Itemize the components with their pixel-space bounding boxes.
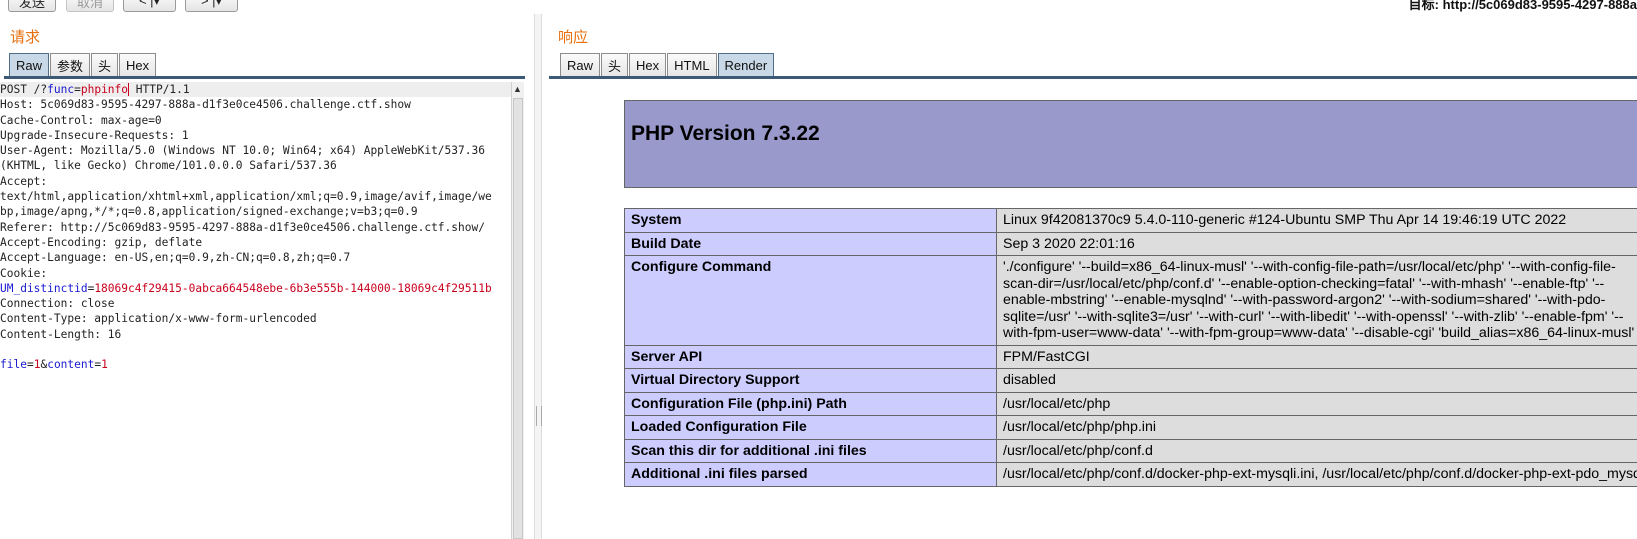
php-header: PHP Version 7.3.22 — [624, 100, 1637, 188]
forward-button[interactable]: > |▾ — [185, 0, 238, 12]
request-line: Accept: — [0, 174, 48, 188]
request-tab-underline — [4, 76, 525, 79]
response-tab-2[interactable]: Hex — [629, 53, 667, 76]
request-tab-0[interactable]: Raw — [9, 53, 50, 76]
request-line: User-Agent: Mozilla/5.0 (Windows NT 10.0… — [0, 144, 485, 158]
cancel-button[interactable]: 取消 — [66, 0, 114, 12]
scroll-thumb[interactable] — [513, 98, 523, 539]
phpinfo-row: Loaded Configuration File/usr/local/etc/… — [624, 415, 1637, 440]
request-editor[interactable]: POST /?func=phpinfo HTTP/1.1 Host: 5c069d… — [0, 82, 511, 539]
request-line: Accept-Language: en-US,en;q=0.9,zh-CN;q=… — [0, 251, 351, 265]
phpinfo-row: Configuration File (php.ini) Path/usr/lo… — [624, 391, 1637, 416]
request-line: Cache-Control: max-age=0 — [0, 113, 162, 127]
phpinfo-key: Build Date — [624, 231, 997, 256]
request-line: POST /?func=phpinfo HTTP/1.1 — [0, 82, 511, 98]
phpinfo-row: Build Date Sep 3 2020 22:01:16 — [624, 231, 1637, 256]
response-tab-1[interactable]: 头 — [601, 53, 629, 76]
request-line: Content-Length: 16 — [0, 327, 122, 341]
request-tab-3[interactable]: Hex — [119, 53, 157, 76]
response-tab-4[interactable]: Render — [717, 53, 775, 76]
response-tabs: Raw 头 Hex HTML Render — [560, 53, 775, 76]
target-label: 目标: http://5c069d83-9595-4297-888a — [1408, 0, 1637, 12]
scroll-up-icon[interactable]: ▲ — [513, 84, 522, 94]
phpinfo-value: Linux 9f42081370c9 5.4.0-110-generic #12… — [996, 208, 1637, 233]
phpinfo-value: /usr/local/etc/php — [996, 391, 1637, 416]
phpinfo-value: /usr/local/etc/php/php.ini — [996, 415, 1637, 440]
response-render: PHP Version 7.3.22 System Linux 9f4208137… — [548, 82, 1637, 539]
phpinfo-row: Server API FPM/FastCGI — [624, 344, 1637, 369]
response-tab-underline — [549, 76, 1637, 79]
phpinfo-row: Virtual Directory Support disabled — [624, 368, 1637, 393]
request-line: Referer: http://5c069d83-9595-4297-888a-… — [0, 220, 485, 234]
request-title: 请求 — [10, 29, 41, 46]
request-line: Connection: close — [0, 297, 115, 311]
request-line: Accept-Encoding: gzip, deflate — [0, 235, 203, 249]
request-line: file=1&content=1 — [0, 358, 108, 372]
toolbar: 发送 取消 < |▾ > |▾ 目标: http://5c069d83-9595… — [0, 0, 1637, 14]
request-line: Host: 5c069d83-9595-4297-888a-d1f3e0ce45… — [0, 98, 411, 112]
phpinfo-key: Server API — [624, 344, 997, 369]
request-tabs: Raw 参数头 Hex — [9, 53, 157, 76]
phpinfo-key: Scan this dir for additional .ini files — [624, 438, 997, 463]
phpinfo-value: /usr/local/etc/php/conf.d/docker-php-ext… — [996, 462, 1637, 487]
request-line: (KHTML, like Gecko) Chrome/101.0.0.0 Saf… — [0, 159, 337, 173]
request-tab-2[interactable]: 头 — [91, 53, 119, 76]
phpinfo-table: System Linux 9f42081370c9 5.4.0-110-gener… — [624, 208, 1637, 487]
pane-splitter[interactable] — [534, 14, 542, 539]
phpinfo-key: Configure Command — [624, 255, 997, 346]
chevron-right-icon: > |▾ — [200, 0, 223, 8]
phpinfo-row: Additional .ini files parsed/usr/local/e… — [624, 462, 1637, 487]
phpinfo-row: Configure Command './configure' '--build=… — [624, 255, 1637, 346]
phpinfo-key: System — [624, 208, 997, 233]
phpinfo-key: Additional .ini files parsed — [624, 462, 997, 487]
request-line: UM_distinctid=18069c4f29415-0abca664548e… — [0, 281, 492, 295]
php-version-title: PHP Version 7.3.22 — [631, 122, 820, 145]
request-line: Upgrade-Insecure-Requests: 1 — [0, 128, 189, 142]
phpinfo-key: Virtual Directory Support — [624, 368, 997, 393]
response-title: 响应 — [558, 29, 589, 46]
grip-icon — [536, 406, 542, 426]
phpinfo-value: FPM/FastCGI — [996, 344, 1637, 369]
phpinfo-value: './configure' '--build=x86_64-linux-musl… — [996, 255, 1637, 346]
response-tab-0[interactable]: Raw — [560, 53, 601, 76]
phpinfo-key: Configuration File (php.ini) Path — [624, 391, 997, 416]
request-line: bp,image/apng,*/*;q=0.8,application/sign… — [0, 205, 418, 219]
phpinfo-value: /usr/local/etc/php/conf.d — [996, 438, 1637, 463]
response-tab-3[interactable]: HTML — [667, 53, 717, 76]
back-button[interactable]: < |▾ — [123, 0, 176, 12]
request-tab-1[interactable]: 参数 — [50, 53, 91, 76]
send-button[interactable]: 发送 — [8, 0, 56, 12]
phpinfo-value: disabled — [996, 368, 1637, 393]
phpinfo-value: Sep 3 2020 22:01:16 — [996, 231, 1637, 256]
request-scrollbar[interactable]: ▲ — [511, 82, 524, 539]
request-line — [0, 342, 511, 357]
request-line: text/html,application/xhtml+xml,applicat… — [0, 190, 492, 204]
request-line: Cookie: — [0, 266, 48, 280]
request-line: Content-Type: application/x-www-form-url… — [0, 312, 317, 326]
chevron-left-icon: < |▾ — [138, 0, 161, 8]
phpinfo-row: System Linux 9f42081370c9 5.4.0-110-gener… — [624, 208, 1637, 233]
phpinfo-row: Scan this dir for additional .ini files /… — [624, 438, 1637, 463]
phpinfo-key: Loaded Configuration File — [624, 415, 997, 440]
